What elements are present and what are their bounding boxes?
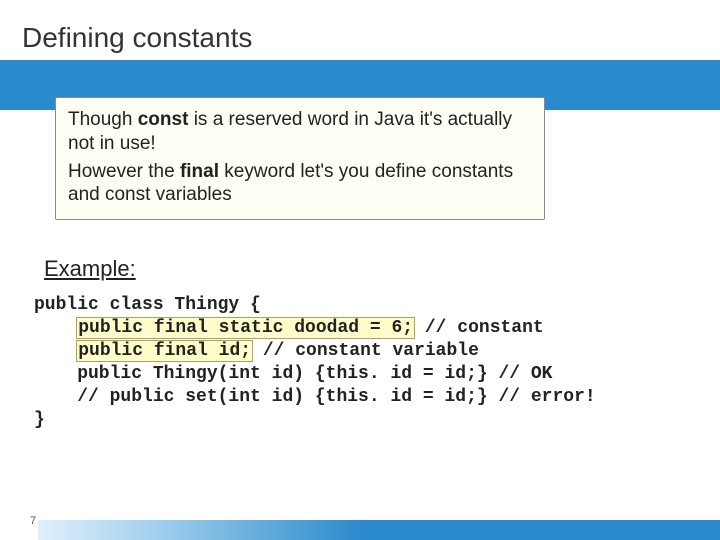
callout-box: Though const is a reserved word in Java … <box>55 97 545 220</box>
callout-text: However the <box>68 161 180 182</box>
slide-title: Defining constants <box>22 22 252 54</box>
code-line: public class Thingy { <box>34 295 261 315</box>
code-line: // public set(int id) {this. id = id;} /… <box>34 387 596 407</box>
callout-bold-final: final <box>180 161 219 182</box>
callout-line-2: However the final keyword let's you defi… <box>68 160 532 208</box>
example-heading: Example: <box>44 256 136 282</box>
code-block: public class Thingy { public final stati… <box>34 294 596 432</box>
callout-text: Though <box>68 109 138 130</box>
code-highlight: public final id; <box>77 341 252 361</box>
callout-bold-const: const <box>138 109 189 130</box>
code-indent <box>34 341 77 361</box>
footer-gradient <box>38 520 720 540</box>
code-highlight: public final static doodad = 6; <box>77 318 414 338</box>
callout-line-1: Though const is a reserved word in Java … <box>68 108 532 156</box>
code-comment: // constant variable <box>252 341 479 361</box>
code-indent <box>34 318 77 338</box>
footer: 7 <box>0 510 720 540</box>
code-comment: // constant <box>414 318 544 338</box>
code-line: } <box>34 410 45 430</box>
code-line: public Thingy(int id) {this. id = id;} /… <box>34 364 552 384</box>
page-number: 7 <box>30 515 36 527</box>
